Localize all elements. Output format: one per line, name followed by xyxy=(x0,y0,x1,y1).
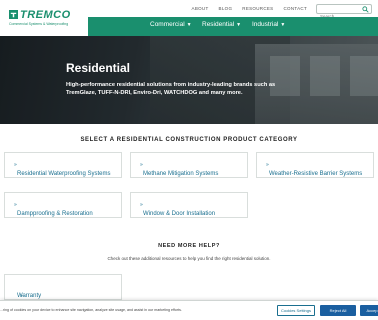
category-label-text: Window & Door Installation xyxy=(143,211,216,217)
chevron-right-icon: » xyxy=(140,202,143,208)
help-heading: NEED MORE HELP? xyxy=(158,243,220,249)
chevron-right-icon: » xyxy=(20,293,23,299)
help-text: Check out these additional resources to … xyxy=(107,256,271,261)
nav-commercial[interactable]: Commercial ▼ xyxy=(150,21,192,28)
util-link-blog[interactable]: BLOG xyxy=(214,6,238,11)
chevron-right-icon: » xyxy=(14,202,17,208)
cookie-settings-button[interactable]: Cookies Settings xyxy=(277,305,315,316)
util-link-resources[interactable]: RESOURCES xyxy=(237,6,278,11)
cookie-banner: ...ring of cookies on your device to enh… xyxy=(0,300,378,320)
chevron-down-icon: ▼ xyxy=(280,22,286,28)
site-header: TREMCO Commercial Systems & Waterproofin… xyxy=(0,0,378,36)
hero-banner: Residential High-performance residential… xyxy=(0,36,378,124)
main-nav: Commercial ▼ Residential ▼ Industrial ▼ xyxy=(88,17,378,36)
category-label-text: Residential Waterproofing Systems xyxy=(17,171,111,177)
category-card-label: Methane Mitigation Systems» xyxy=(137,162,218,177)
nav-residential[interactable]: Residential ▼ xyxy=(202,21,241,28)
chevron-down-icon: ▼ xyxy=(186,22,192,28)
chevron-down-icon: ▼ xyxy=(236,22,242,28)
category-heading: SELECT A RESIDENTIAL CONSTRUCTION PRODUC… xyxy=(80,137,298,143)
category-label-text: Dampproofing & Restoration xyxy=(17,211,93,217)
logo-wordmark: TREMCO xyxy=(9,9,71,21)
chevron-right-icon: » xyxy=(140,162,143,168)
category-card-label: Dampproofing & Restoration» xyxy=(11,202,93,217)
util-link-about[interactable]: ABOUT xyxy=(187,6,214,11)
nav-residential-label: Residential xyxy=(202,21,235,28)
category-card-window-door[interactable]: Window & Door Installation» xyxy=(130,192,248,218)
nav-industrial[interactable]: Industrial ▼ xyxy=(252,21,285,28)
category-label-text: Weather-Resistive Barrier Systems xyxy=(269,171,363,177)
nav-industrial-label: Industrial xyxy=(252,21,279,28)
accept-all-button[interactable]: Accep xyxy=(360,305,378,316)
logo-text: TREMCO xyxy=(20,9,71,21)
category-card-methane[interactable]: Methane Mitigation Systems» xyxy=(130,152,248,178)
category-label-text: Methane Mitigation Systems xyxy=(143,171,219,177)
category-card-label: Residential Waterproofing Systems» xyxy=(11,162,110,177)
warranty-card[interactable]: Warranty» xyxy=(4,274,122,300)
search-icon[interactable] xyxy=(362,6,369,13)
chevron-right-icon: » xyxy=(14,162,17,168)
logo-tagline: Commercial Systems & Waterproofing xyxy=(9,22,69,26)
util-link-contact[interactable]: CONTACT xyxy=(278,6,312,11)
category-card-dampproofing[interactable]: Dampproofing & Restoration» xyxy=(4,192,122,218)
hero-subtitle: High-performance residential solutions f… xyxy=(66,82,276,96)
category-card-label: Weather-Resistive Barrier Systems» xyxy=(263,162,362,177)
page-title: Residential xyxy=(66,61,131,75)
category-card-waterproofing[interactable]: Residential Waterproofing Systems» xyxy=(4,152,122,178)
chevron-right-icon: » xyxy=(266,162,269,168)
utility-nav: ABOUT BLOG RESOURCES CONTACT xyxy=(187,6,312,11)
tremco-logo[interactable]: TREMCO Commercial Systems & Waterproofin… xyxy=(0,0,86,36)
cookie-message: ...ring of cookies on your device to enh… xyxy=(0,308,182,312)
nav-commercial-label: Commercial xyxy=(150,21,185,28)
hero-overlay xyxy=(0,36,378,124)
reject-all-button[interactable]: Reject All xyxy=(320,305,356,316)
category-card-weather-barrier[interactable]: Weather-Resistive Barrier Systems» xyxy=(256,152,374,178)
logo-mark-icon xyxy=(9,10,18,19)
search-box xyxy=(316,4,372,21)
category-card-label: Window & Door Installation» xyxy=(137,202,215,217)
